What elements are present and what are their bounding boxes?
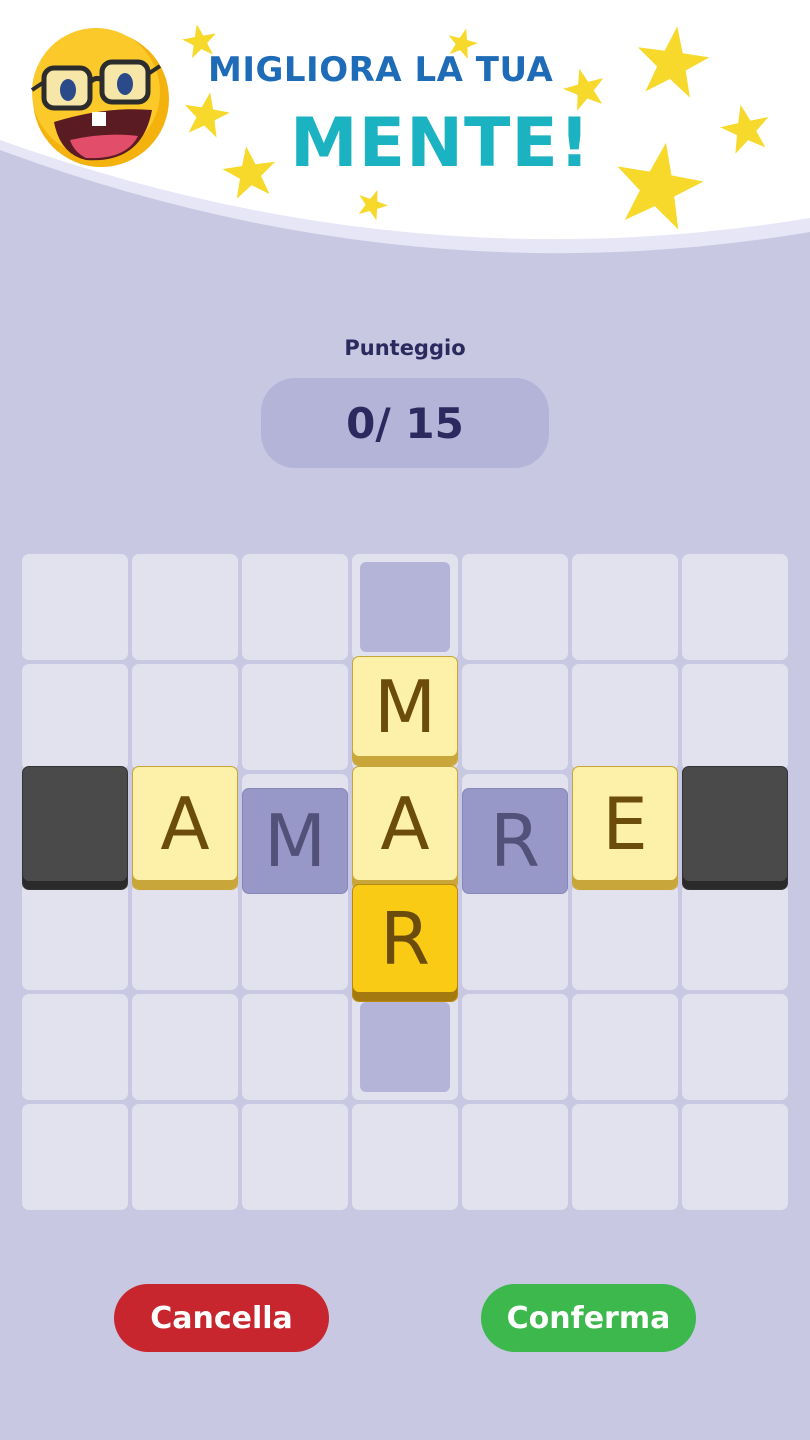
- board-cell[interactable]: [132, 1104, 238, 1210]
- word-board: MAMARER: [0, 0, 810, 1440]
- blocked-tile: [22, 766, 128, 890]
- board-cell[interactable]: [682, 994, 788, 1100]
- letter-tile[interactable]: E: [572, 766, 678, 890]
- confirm-button[interactable]: Conferma: [481, 1284, 696, 1352]
- board-cell[interactable]: [132, 884, 238, 990]
- board-cell[interactable]: [242, 884, 348, 990]
- board-cell[interactable]: [572, 554, 678, 660]
- letter-tile[interactable]: A: [132, 766, 238, 890]
- board-cell[interactable]: [682, 1104, 788, 1210]
- board-cell[interactable]: [22, 994, 128, 1100]
- board-cell[interactable]: [462, 664, 568, 770]
- board-cell[interactable]: [132, 994, 238, 1100]
- letter-tile[interactable]: A: [352, 766, 458, 890]
- empty-letter-slot[interactable]: [360, 1002, 450, 1092]
- board-cell[interactable]: [22, 554, 128, 660]
- board-cell[interactable]: [572, 1104, 678, 1210]
- letter-tile[interactable]: R: [352, 884, 458, 1002]
- board-cell[interactable]: [462, 1104, 568, 1210]
- board-cell[interactable]: [242, 664, 348, 770]
- board-cell[interactable]: [572, 884, 678, 990]
- board-cell[interactable]: [22, 664, 128, 770]
- board-cell[interactable]: [132, 554, 238, 660]
- board-cell[interactable]: [462, 884, 568, 990]
- board-cell[interactable]: [682, 554, 788, 660]
- blocked-tile: [682, 766, 788, 890]
- board-cell[interactable]: [22, 1104, 128, 1210]
- board-cell[interactable]: [242, 554, 348, 660]
- letter-tile[interactable]: M: [352, 656, 458, 766]
- board-cell[interactable]: [242, 1104, 348, 1210]
- board-cell[interactable]: [22, 884, 128, 990]
- cancel-button[interactable]: Cancella: [114, 1284, 329, 1352]
- letter-tile[interactable]: R: [462, 788, 568, 894]
- letter-tile[interactable]: M: [242, 788, 348, 894]
- empty-letter-slot[interactable]: [360, 562, 450, 652]
- board-cell[interactable]: [352, 1104, 458, 1210]
- board-cell[interactable]: [462, 554, 568, 660]
- board-cell[interactable]: [572, 664, 678, 770]
- board-cell[interactable]: [572, 994, 678, 1100]
- board-cell[interactable]: [682, 884, 788, 990]
- board-cell[interactable]: [682, 664, 788, 770]
- board-cell[interactable]: [242, 994, 348, 1100]
- board-cell[interactable]: [462, 994, 568, 1100]
- board-cell[interactable]: [132, 664, 238, 770]
